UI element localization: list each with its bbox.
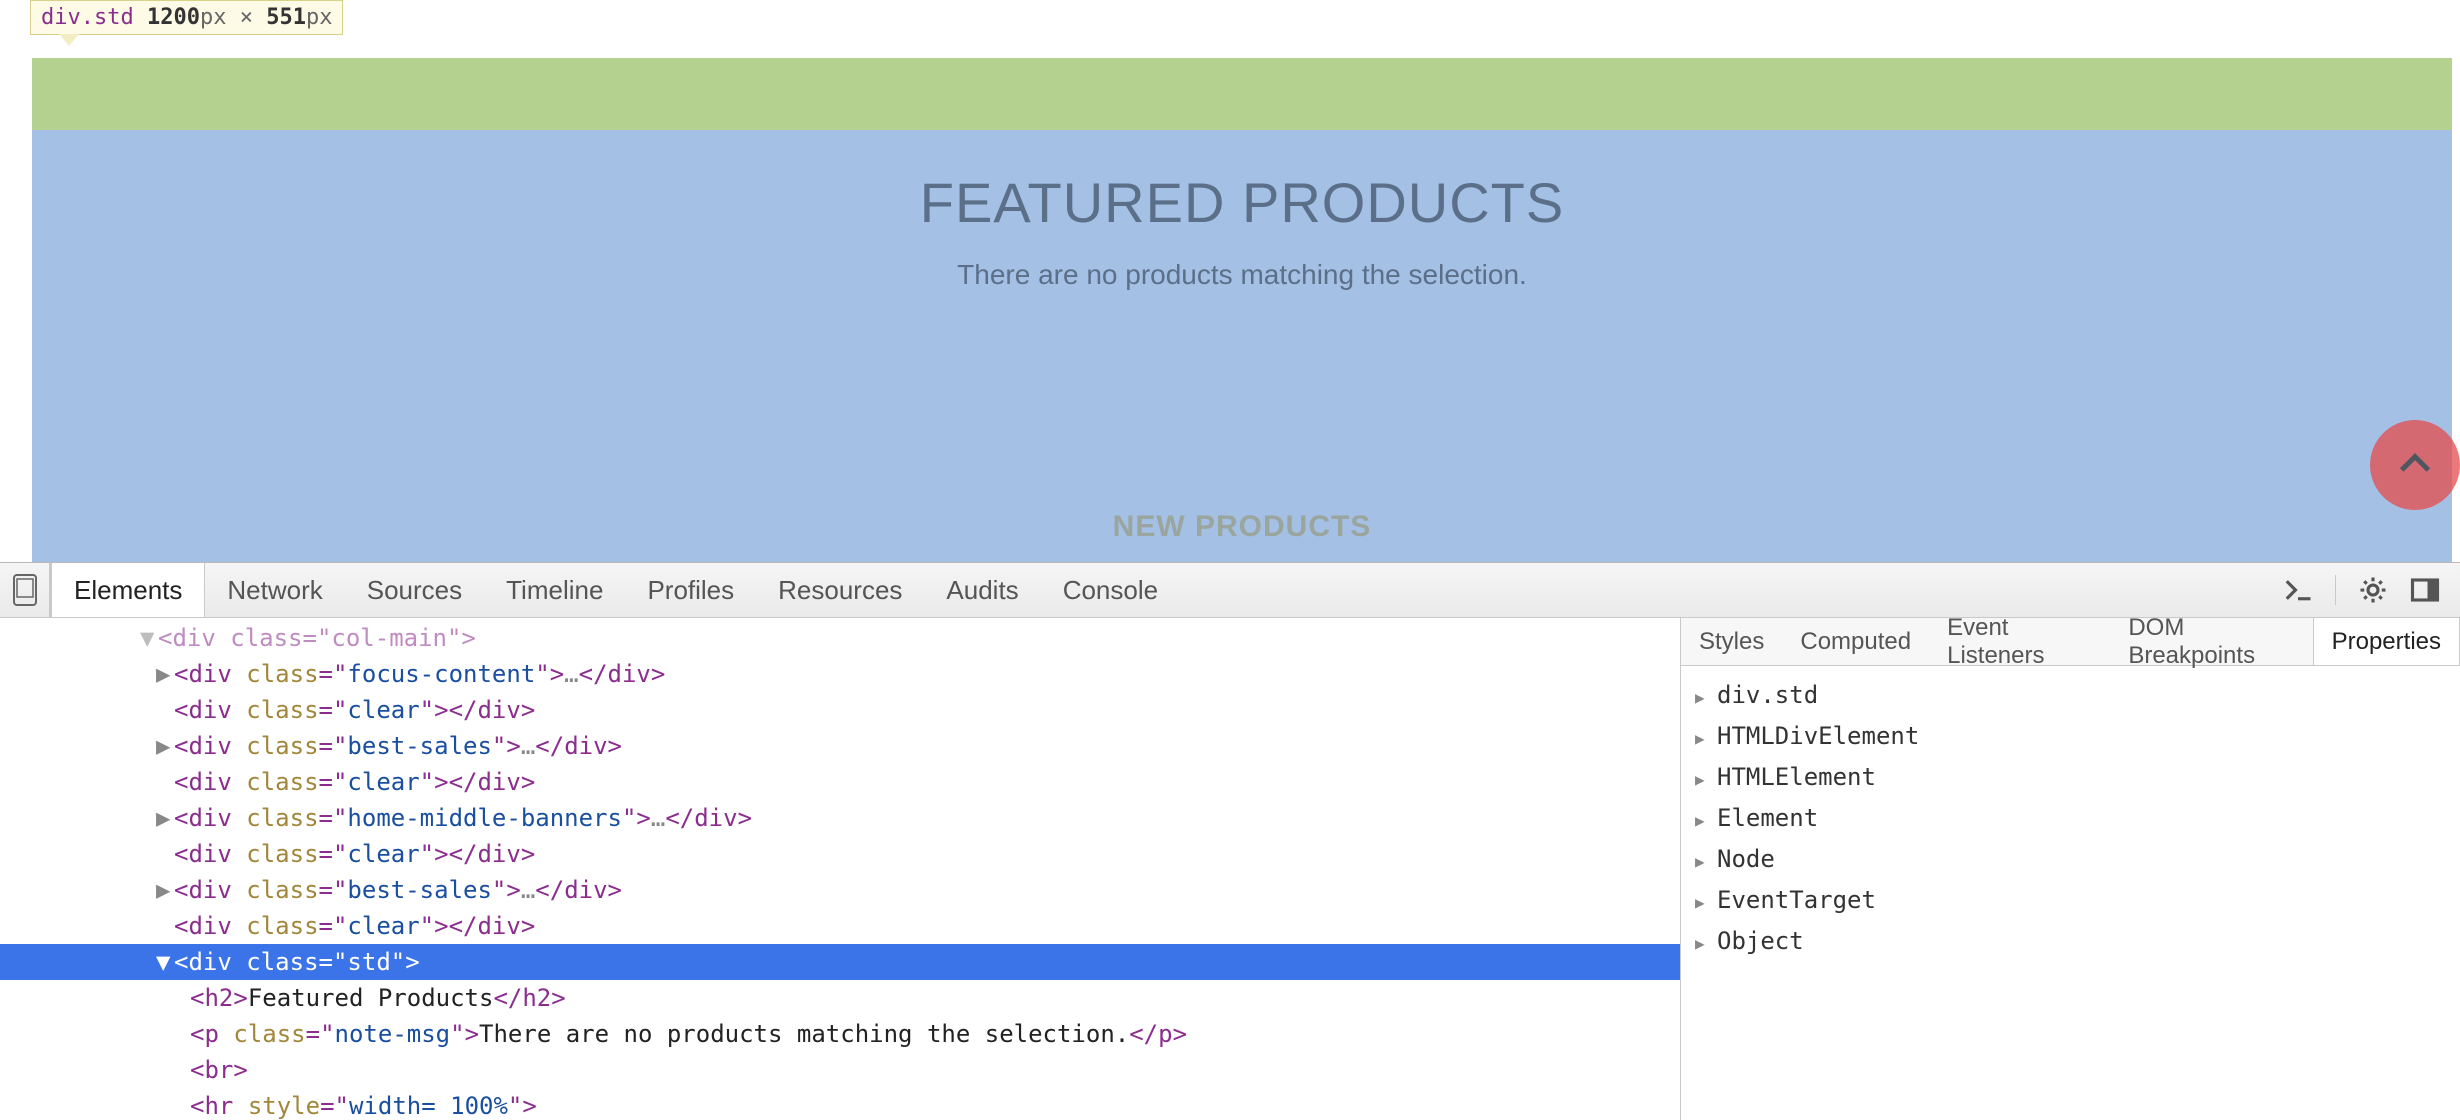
dom-row[interactable]: ▶<div class="focus-content">…</div> — [0, 656, 1680, 692]
highlight-content-overlay: FEATURED PRODUCTS There are no products … — [32, 130, 2452, 562]
prop-row[interactable]: Node — [1695, 840, 2446, 881]
featured-products-heading: FEATURED PRODUCTS — [32, 130, 2452, 235]
styles-sidebar: Styles Computed Event Listeners DOM Brea… — [1680, 618, 2460, 1120]
show-console-icon[interactable] — [2283, 575, 2313, 605]
tab-sources[interactable]: Sources — [345, 563, 484, 617]
prop-row[interactable]: Element — [1695, 799, 2446, 840]
devtools-toolbar: Elements Network Sources Timeline Profil… — [0, 563, 2460, 618]
dom-row[interactable]: <div class="clear"></div> — [0, 908, 1680, 944]
toggle-device-mode-button[interactable] — [0, 563, 50, 617]
sidebar-tab-properties[interactable]: Properties — [2313, 618, 2460, 665]
sidebar-tab-event-listeners[interactable]: Event Listeners — [1929, 618, 2110, 665]
sidebar-tab-styles[interactable]: Styles — [1681, 618, 1782, 665]
element-dimensions-tooltip: div.std 1200px × 551px — [30, 0, 343, 35]
tab-console[interactable]: Console — [1041, 563, 1180, 617]
prop-row[interactable]: Object — [1695, 922, 2446, 963]
prop-row[interactable]: HTMLElement — [1695, 758, 2446, 799]
inspected-page: FEATURED PRODUCTS There are no products … — [0, 0, 2460, 562]
dom-tree[interactable]: ▼<div class="col-main">▶<div class="focu… — [0, 618, 1680, 1120]
devtools-panel: Elements Network Sources Timeline Profil… — [0, 562, 2460, 1120]
sidebar-tab-dom-breakpoints[interactable]: DOM Breakpoints — [2110, 618, 2312, 665]
tab-resources[interactable]: Resources — [756, 563, 924, 617]
tab-profiles[interactable]: Profiles — [625, 563, 756, 617]
dom-row[interactable]: <h2>Featured Products</h2> — [0, 980, 1680, 1016]
sidebar-tab-computed[interactable]: Computed — [1782, 618, 1929, 665]
tooltip-width: 1200 — [147, 5, 200, 30]
dom-row[interactable]: <div class="clear"></div> — [0, 764, 1680, 800]
dom-row[interactable]: ▶<div class="best-sales">…</div> — [0, 872, 1680, 908]
tab-network[interactable]: Network — [205, 563, 344, 617]
tooltip-height: 551 — [266, 5, 306, 30]
tab-elements[interactable]: Elements — [51, 563, 205, 617]
new-products-heading: NEW PRODUCTS — [32, 510, 2452, 544]
tooltip-selector: div.std — [41, 5, 134, 30]
prop-row[interactable]: EventTarget — [1695, 881, 2446, 922]
properties-list[interactable]: div.std HTMLDivElement HTMLElement Eleme… — [1681, 666, 2460, 1120]
phone-icon — [12, 573, 38, 607]
note-message: There are no products matching the selec… — [32, 259, 2452, 291]
tab-audits[interactable]: Audits — [924, 563, 1040, 617]
dom-row[interactable]: ▶<div class="best-sales">…</div> — [0, 728, 1680, 764]
prop-row[interactable]: HTMLDivElement — [1695, 717, 2446, 758]
chevron-up-icon — [2395, 445, 2435, 485]
tab-timeline[interactable]: Timeline — [484, 563, 625, 617]
dom-row[interactable]: ▶<div class="home-middle-banners">…</div… — [0, 800, 1680, 836]
dom-row[interactable]: <br> — [0, 1052, 1680, 1088]
dom-row[interactable]: <p class="note-msg">There are no product… — [0, 1016, 1680, 1052]
dock-side-icon[interactable] — [2410, 575, 2440, 605]
prop-row[interactable]: div.std — [1695, 676, 2446, 717]
dom-row[interactable]: <div class="clear"></div> — [0, 836, 1680, 872]
dom-row[interactable]: <hr style="width= 100%"> — [0, 1088, 1680, 1120]
dom-row-selected[interactable]: ▼<div class="std"> — [0, 944, 1680, 980]
dom-row[interactable]: <div class="clear"></div> — [0, 692, 1680, 728]
sidebar-tabs: Styles Computed Event Listeners DOM Brea… — [1681, 618, 2460, 666]
scroll-to-top-button[interactable] — [2370, 420, 2460, 510]
dom-row[interactable]: ▼<div class="col-main"> — [0, 620, 1680, 656]
gear-icon[interactable] — [2358, 575, 2388, 605]
